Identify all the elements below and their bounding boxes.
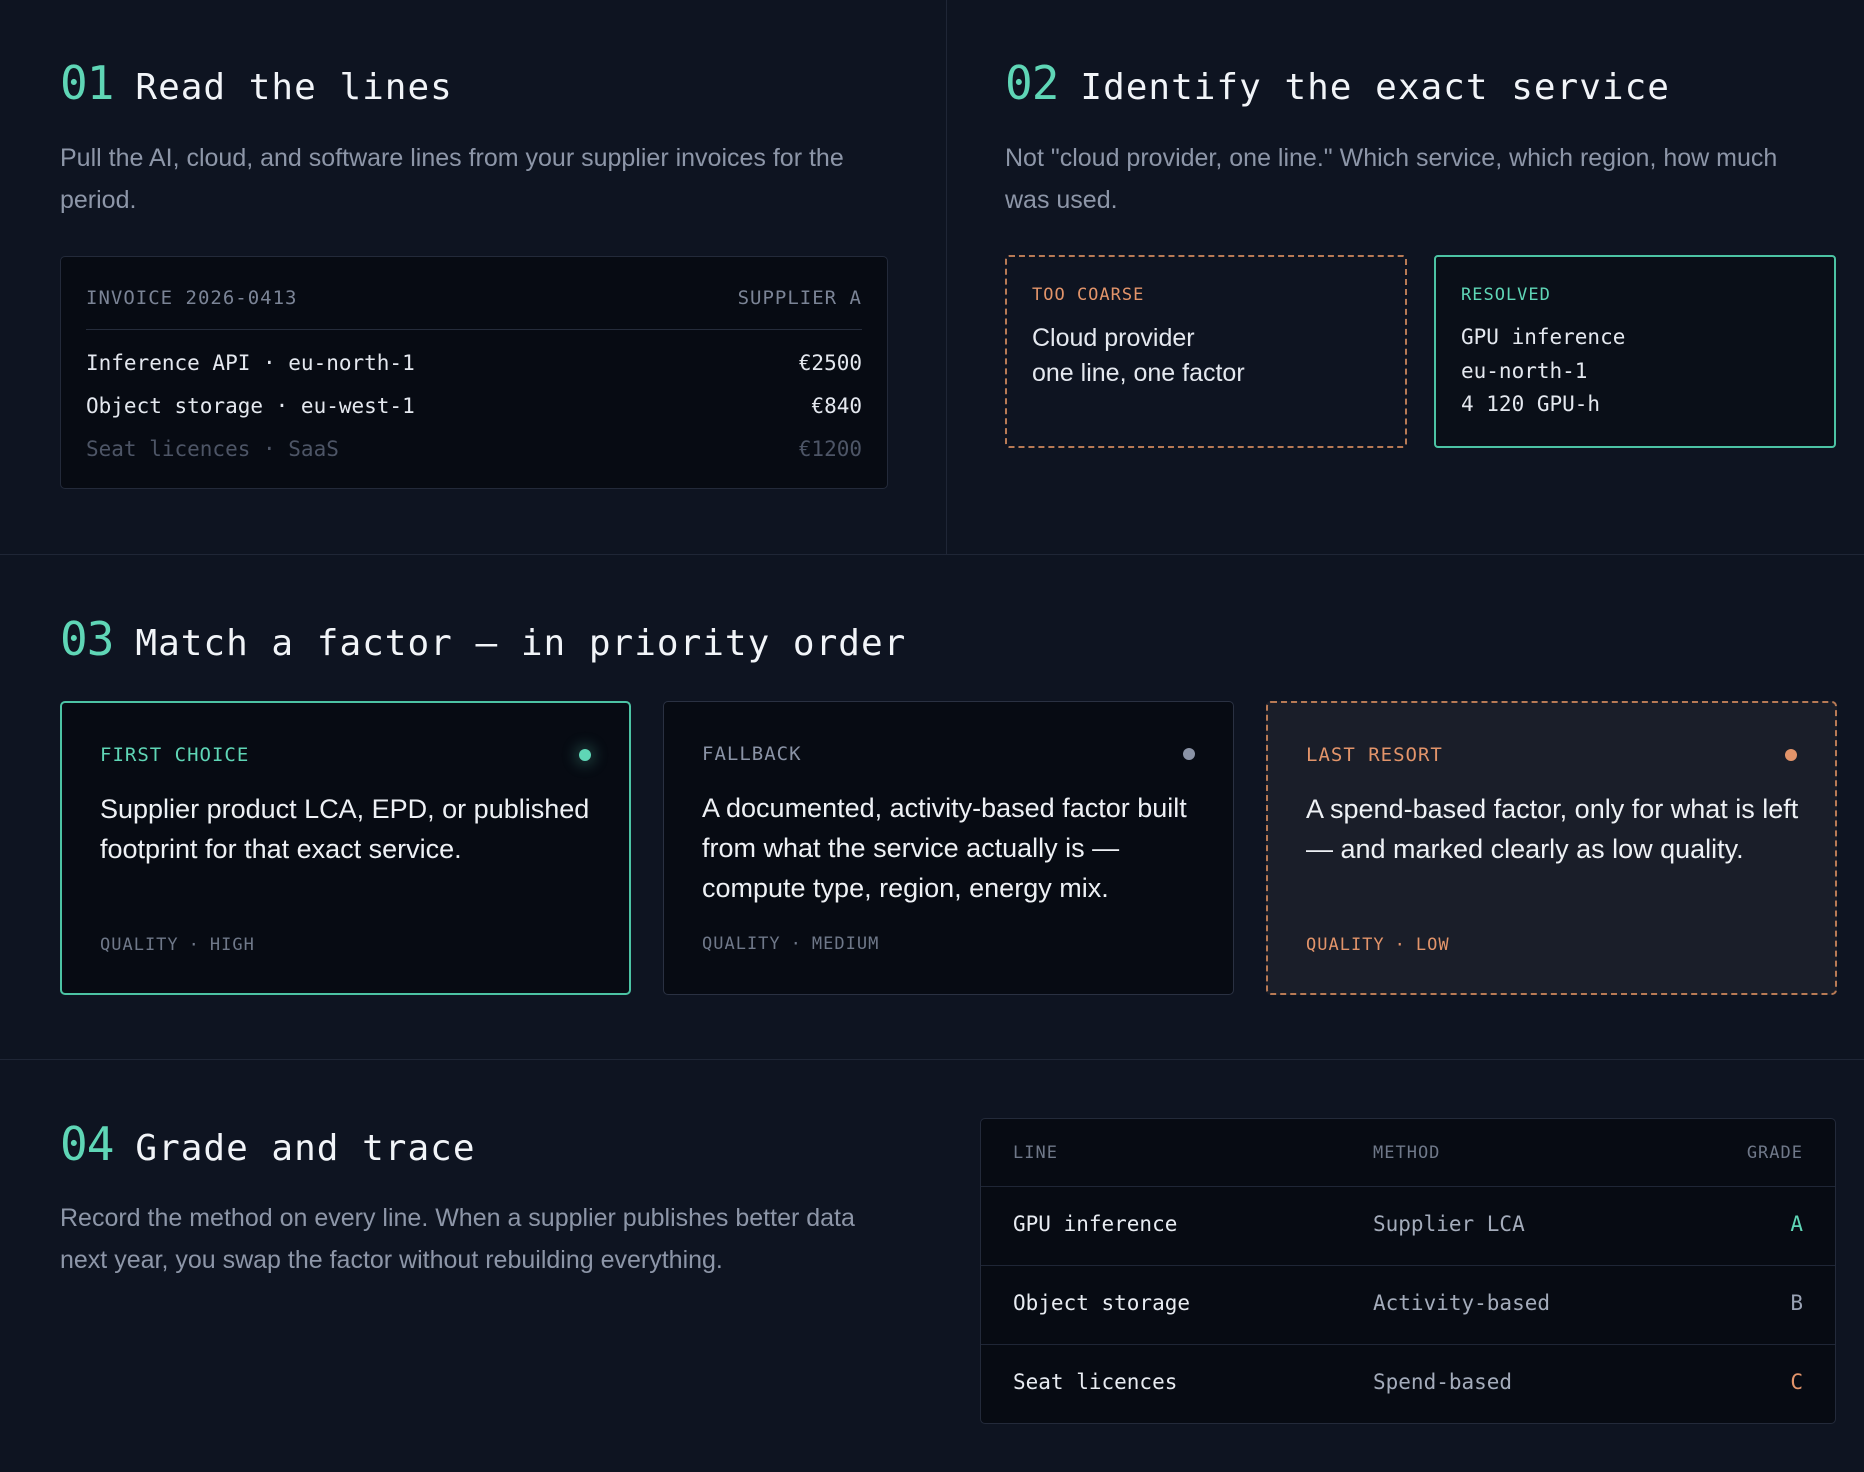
table-header: LINE METHOD GRADE <box>981 1119 1835 1187</box>
step-match-factor: 03 Match a factor — in priority order FI… <box>0 555 1864 1060</box>
factor-card-fallback: FALLBACK A documented, activity-based fa… <box>663 701 1234 995</box>
cell-line: Seat licences <box>1013 1370 1178 1394</box>
card-body: A documented, activity-based factor buil… <box>702 793 1187 903</box>
invoice-header: INVOICE 2026-0413 SUPPLIER A <box>86 287 862 309</box>
too-coarse-card: TOO COARSE Cloud provider one line, one … <box>1005 255 1407 448</box>
card-line: one line, one factor <box>1032 359 1245 387</box>
step-read-lines: 01 Read the lines Pull the AI, cloud, an… <box>0 0 947 555</box>
resolved-card: RESOLVED GPU inference eu-north-1 4 120 … <box>1434 255 1836 448</box>
step-title: Identify the exact service <box>1080 67 1670 108</box>
card-line: eu-north-1 <box>1461 359 1588 383</box>
status-dot-icon <box>1785 749 1797 761</box>
table-row: GPU inference Supplier LCA A <box>981 1186 1835 1266</box>
step-number: 02 <box>1005 56 1059 110</box>
invoice-line: Inference API · eu-north-1 €2500 <box>86 351 862 375</box>
cell-line: Object storage <box>1013 1291 1191 1315</box>
cell-line: GPU inference <box>1013 1212 1178 1236</box>
invoice-line-label: Inference API · eu-north-1 <box>86 351 415 375</box>
step-title: Match a factor — in priority order <box>135 623 907 664</box>
quality-label: QUALITY · LOW <box>1306 935 1450 955</box>
quality-separator: · <box>1394 935 1406 955</box>
step-heading: 04 Grade and trace <box>60 1117 476 1171</box>
invoice-line: Seat licences · SaaS €1200 <box>86 437 862 461</box>
factor-card-last-resort: LAST RESORT A spend-based factor, only f… <box>1266 701 1837 995</box>
cell-grade: B <box>1790 1291 1803 1315</box>
invoice-supplier: SUPPLIER A <box>737 287 862 309</box>
col-header-method: METHOD <box>1373 1143 1441 1163</box>
step-description: Not "cloud provider, one line." Which se… <box>1005 144 1778 214</box>
grade-table: LINE METHOD GRADE GPU inference Supplier… <box>980 1118 1836 1424</box>
step-heading: 02 Identify the exact service <box>1005 56 1670 110</box>
table-row: Object storage Activity-based B <box>981 1265 1835 1345</box>
quality-key: QUALITY <box>702 934 781 954</box>
quality-separator: · <box>790 934 802 954</box>
cell-method: Spend-based <box>1373 1370 1513 1394</box>
invoice-divider <box>86 329 862 330</box>
col-header-grade: GRADE <box>1746 1143 1803 1163</box>
step-number: 03 <box>60 612 114 666</box>
quality-label: QUALITY · HIGH <box>100 935 255 955</box>
card-tag: TOO COARSE <box>1032 285 1145 305</box>
table-row: Seat licences Spend-based C <box>981 1344 1835 1423</box>
step-heading: 01 Read the lines <box>60 56 453 110</box>
step-identify-service: 02 Identify the exact service Not "cloud… <box>947 0 1864 555</box>
card-tag: LAST RESORT <box>1306 744 1443 766</box>
card-tag: RESOLVED <box>1461 285 1551 305</box>
cell-method: Activity-based <box>1373 1291 1551 1315</box>
card-line: 4 120 GPU-h <box>1461 392 1601 416</box>
cell-grade: A <box>1790 1212 1803 1236</box>
step-title: Grade and trace <box>135 1128 476 1169</box>
step-title: Read the lines <box>135 67 453 108</box>
step-heading: 03 Match a factor — in priority order <box>60 612 906 666</box>
cell-method: Supplier LCA <box>1373 1212 1525 1236</box>
card-tag: FIRST CHOICE <box>100 744 250 766</box>
quality-key: QUALITY <box>100 935 179 955</box>
quality-separator: · <box>188 935 200 955</box>
card-tag: FALLBACK <box>702 743 802 765</box>
card-body: Supplier product LCA, EPD, or published … <box>100 794 590 864</box>
factor-card-first-choice: FIRST CHOICE Supplier product LCA, EPD, … <box>60 701 631 995</box>
invoice-line-amount: €840 <box>811 394 862 418</box>
step-number: 01 <box>60 56 114 110</box>
card-line: GPU inference <box>1461 325 1626 349</box>
quality-value: LOW <box>1415 935 1450 955</box>
invoice-line: Object storage · eu-west-1 €840 <box>86 394 862 418</box>
quality-key: QUALITY <box>1306 935 1385 955</box>
col-header-line: LINE <box>1013 1143 1058 1163</box>
quality-value: HIGH <box>209 935 255 955</box>
step-grade-trace: 04 Grade and trace Record the method on … <box>0 1060 1864 1472</box>
status-dot-icon <box>579 749 591 761</box>
quality-label: QUALITY · MEDIUM <box>702 934 879 954</box>
cell-grade: C <box>1790 1370 1803 1394</box>
invoice-line-label: Seat licences · SaaS <box>86 437 339 461</box>
page: 01 Read the lines Pull the AI, cloud, an… <box>0 0 1864 1472</box>
card-line: Cloud provider <box>1032 324 1195 352</box>
status-dot-icon <box>1183 748 1195 760</box>
card-body: A spend-based factor, only for what is l… <box>1306 794 1799 864</box>
quality-value: MEDIUM <box>811 934 880 954</box>
invoice-id: INVOICE 2026-0413 <box>86 287 298 309</box>
invoice-line-label: Object storage · eu-west-1 <box>86 394 415 418</box>
step-description: Record the method on every line. When a … <box>60 1204 855 1274</box>
step-description: Pull the AI, cloud, and software lines f… <box>60 144 844 214</box>
step-number: 04 <box>60 1117 114 1171</box>
invoice-line-amount: €1200 <box>798 437 862 461</box>
invoice-card: INVOICE 2026-0413 SUPPLIER A Inference A… <box>60 256 888 489</box>
invoice-line-amount: €2500 <box>798 351 862 375</box>
